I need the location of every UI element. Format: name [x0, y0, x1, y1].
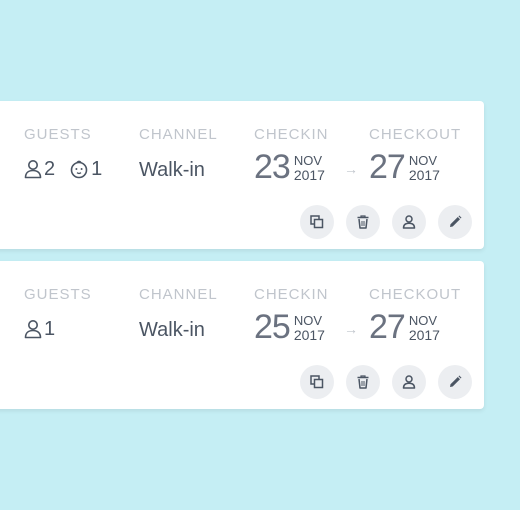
channel-label: CHANNEL: [139, 126, 218, 143]
checkout-month-year: NOV 2017: [409, 314, 440, 343]
checkin-year: 2017: [293, 327, 325, 343]
edit-button[interactable]: [438, 205, 472, 239]
arrow-right-icon: →: [344, 161, 358, 177]
person-icon: [402, 215, 416, 229]
checkin-label: CHECKIN: [254, 286, 329, 303]
checkout-label: CHECKOUT: [369, 286, 462, 303]
checkin-month: NOV: [293, 313, 322, 328]
adult-icon: [24, 159, 42, 179]
checkin-date: 25 NOV 2017: [254, 310, 325, 344]
checkin-date: 23 NOV 2017: [254, 150, 325, 184]
trash-icon: [356, 375, 370, 389]
checkout-year: 2017: [408, 327, 440, 343]
adult-count: 2: [44, 158, 56, 180]
duplicate-button[interactable]: [300, 205, 334, 239]
checkout-date: 27 NOV 2017: [369, 310, 440, 344]
checkin-month-year: NOV 2017: [294, 314, 325, 343]
arrow-right-icon: →: [344, 321, 358, 337]
channel-value: Walk-in: [139, 319, 205, 341]
reservation-card: GUESTS 1 CHANNEL Walk-in CHECKIN 25 NOV …: [0, 261, 484, 409]
card-actions: [300, 365, 472, 399]
guest-counts: 1: [24, 318, 55, 340]
guest-counts: 2 1: [24, 158, 102, 180]
checkout-month: NOV: [408, 313, 437, 328]
child-icon: [69, 159, 89, 179]
child-count: 1: [91, 158, 103, 180]
checkout-day: 27: [369, 308, 406, 346]
channel-value: Walk-in: [139, 159, 205, 181]
guest-button[interactable]: [392, 205, 426, 239]
channel-label: CHANNEL: [139, 286, 218, 303]
guests-label: GUESTS: [24, 126, 92, 143]
checkin-month: NOV: [293, 153, 322, 168]
checkout-month: NOV: [408, 153, 437, 168]
copy-icon: [310, 375, 324, 389]
checkout-label: CHECKOUT: [369, 126, 462, 143]
edit-button[interactable]: [438, 365, 472, 399]
delete-button[interactable]: [346, 205, 380, 239]
checkout-day: 27: [369, 148, 406, 186]
pencil-icon: [448, 215, 462, 229]
checkin-label: CHECKIN: [254, 126, 329, 143]
delete-button[interactable]: [346, 365, 380, 399]
guests-label: GUESTS: [24, 286, 92, 303]
person-icon: [402, 375, 416, 389]
card-actions: [300, 205, 472, 239]
trash-icon: [356, 215, 370, 229]
duplicate-button[interactable]: [300, 365, 334, 399]
copy-icon: [310, 215, 324, 229]
checkin-day: 23: [254, 148, 291, 186]
pencil-icon: [448, 375, 462, 389]
checkin-month-year: NOV 2017: [294, 154, 325, 183]
reservation-card: GUESTS 2 1 CHANNEL Walk-in CHECKIN 23 NO…: [0, 101, 484, 249]
checkin-day: 25: [254, 308, 291, 346]
checkin-year: 2017: [293, 167, 325, 183]
adult-icon: [24, 319, 42, 339]
guest-button[interactable]: [392, 365, 426, 399]
checkout-month-year: NOV 2017: [409, 154, 440, 183]
checkout-year: 2017: [408, 167, 440, 183]
checkout-date: 27 NOV 2017: [369, 150, 440, 184]
adult-count: 1: [44, 318, 56, 340]
